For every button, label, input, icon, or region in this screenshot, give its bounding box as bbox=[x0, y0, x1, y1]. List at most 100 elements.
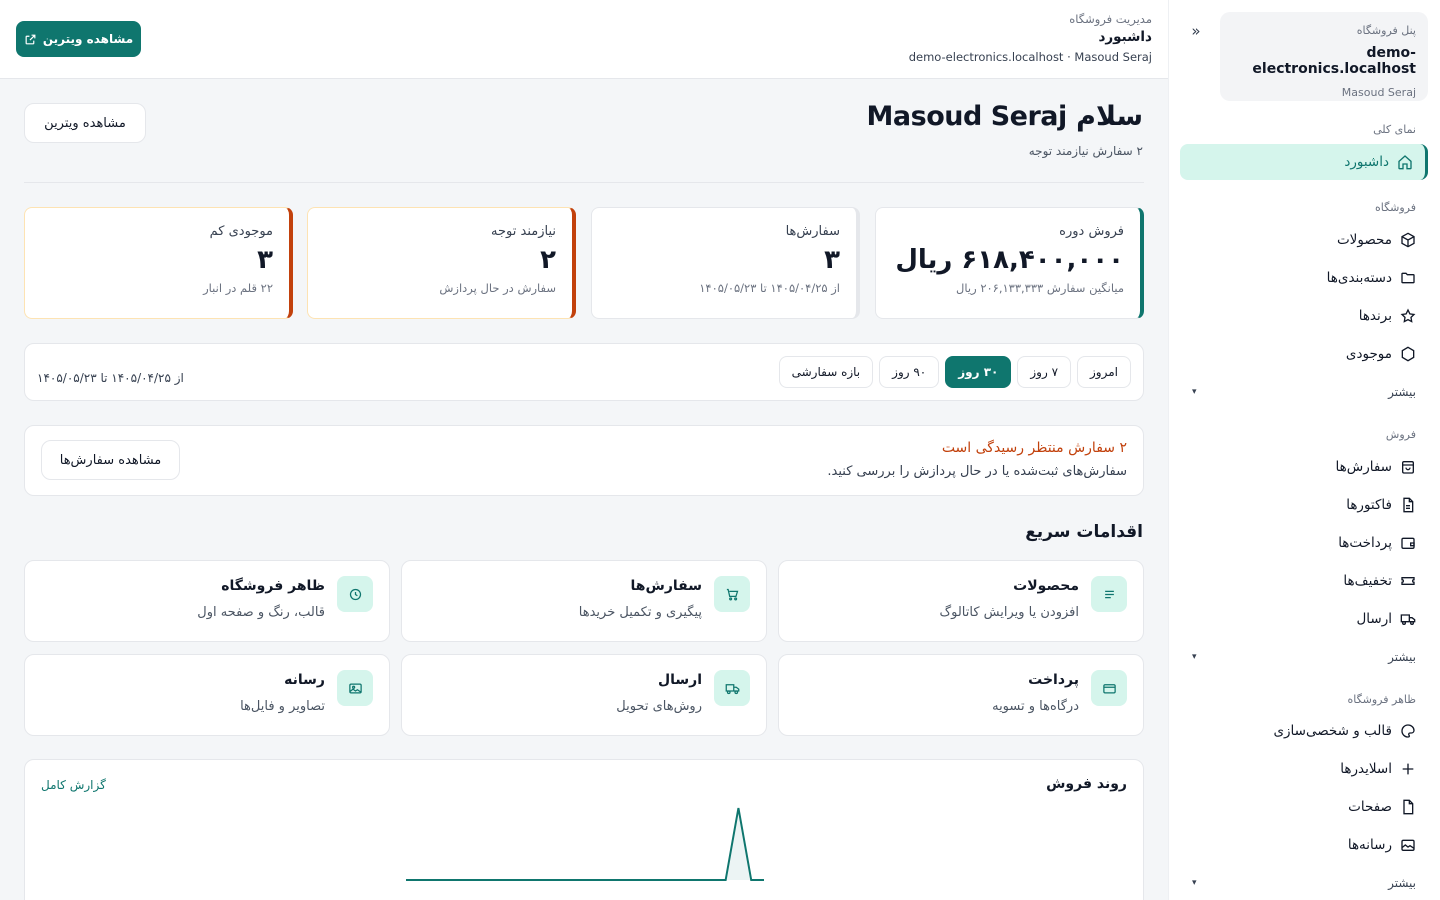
stat-hint: ۲۲ قلم در انبار bbox=[203, 281, 273, 295]
sidebar-item-label: رسانه‌ها bbox=[1347, 837, 1392, 853]
sidebar-item-brands[interactable]: برندها bbox=[1180, 298, 1428, 334]
stat-card-sales: فروش دوره ۶۱۸,۴۰۰,۰۰۰ ریال میانگین سفارش… bbox=[875, 207, 1144, 319]
sidebar-item-products[interactable]: محصولات bbox=[1180, 222, 1428, 258]
nav-section-appearance: ظاهر فروشگاه bbox=[1347, 693, 1416, 706]
stat-card-low-stock: موجودی کم ۳ ۲۲ قلم در انبار bbox=[24, 207, 293, 319]
stat-value: ۳ bbox=[257, 245, 273, 275]
sidebar-item-label: داشبورد bbox=[1344, 154, 1389, 170]
sidebar-item-label: قالب و شخصی‌سازی bbox=[1273, 723, 1392, 739]
breadcrumb: مدیریت فروشگاه bbox=[1069, 12, 1152, 26]
sidebar-item-shipping[interactable]: ارسال bbox=[1180, 601, 1428, 637]
quick-action-title: سفارش‌ها bbox=[630, 578, 702, 594]
quick-action-title: پرداخت bbox=[1028, 672, 1079, 688]
greeting-title: سلام Masoud Seraj bbox=[866, 101, 1144, 132]
alert-title: ۲ سفارش منتظر رسیدگی است bbox=[941, 440, 1127, 456]
quick-action-payment[interactable]: پرداخت درگاه‌ها و تسویه bbox=[778, 654, 1144, 736]
store-domain: demo-electronics.localhost bbox=[1252, 45, 1416, 77]
sales-trend-chart bbox=[406, 807, 764, 881]
sidebar-item-label: سفارش‌ها bbox=[1335, 459, 1393, 475]
sidebar-item-orders[interactable]: سفارش‌ها bbox=[1180, 449, 1428, 485]
more-label: بیشتر bbox=[1388, 385, 1416, 399]
star-icon bbox=[1400, 308, 1416, 323]
period-chip-custom[interactable]: بازه سفارشی bbox=[778, 356, 874, 388]
divider bbox=[24, 182, 1144, 183]
quick-action-title: ظاهر فروشگاه bbox=[221, 578, 325, 594]
hexagon-icon bbox=[1401, 346, 1415, 362]
cart-icon bbox=[714, 576, 750, 612]
header-meta: مدیریت فروشگاه داشبورد demo-electronics.… bbox=[909, 12, 1152, 64]
truck-icon bbox=[1400, 614, 1416, 625]
stat-value: ۲ bbox=[540, 245, 556, 275]
quick-action-appearance[interactable]: ظاهر فروشگاه قالب، رنگ و صفحه اول bbox=[24, 560, 390, 642]
sidebar-item-label: دسته‌بندی‌ها bbox=[1326, 270, 1392, 286]
collapse-sidebar-icon[interactable]: « bbox=[1185, 20, 1207, 42]
header-subtitle: demo-electronics.localhost · Masoud Sera… bbox=[908, 50, 1152, 64]
sidebar-item-discounts[interactable]: تخفیف‌ها bbox=[1180, 563, 1428, 599]
sidebar-item-label: اسلایدرها bbox=[1340, 761, 1392, 777]
sidebar-item-label: پرداخت‌ها bbox=[1338, 535, 1392, 551]
pending-orders-alert: ۲ سفارش منتظر رسیدگی است سفارش‌های ثبت‌ش… bbox=[24, 425, 1144, 496]
plus-icon bbox=[1402, 763, 1414, 775]
sidebar-more-appearance[interactable]: بیشتر ▾ bbox=[1192, 873, 1416, 893]
sidebar-item-invoices[interactable]: فاکتورها bbox=[1180, 487, 1428, 523]
sidebar-item-payments[interactable]: پرداخت‌ها bbox=[1180, 525, 1428, 561]
stat-label: فروش دوره bbox=[1059, 224, 1124, 239]
quick-action-orders[interactable]: سفارش‌ها پیگیری و تکمیل خریدها bbox=[401, 560, 767, 642]
full-report-link[interactable]: گزارش کامل bbox=[41, 778, 106, 792]
period-chip-30-days[interactable]: ۳۰ روز bbox=[945, 356, 1012, 388]
nav-section-sales: فروش bbox=[1385, 428, 1416, 441]
sales-trend-area bbox=[406, 808, 764, 880]
quick-action-title: رسانه bbox=[284, 672, 325, 688]
quick-action-desc: قالب، رنگ و صفحه اول bbox=[197, 605, 325, 620]
sidebar-item-categories[interactable]: دسته‌بندی‌ها bbox=[1180, 260, 1428, 296]
sidebar-item-label: برندها bbox=[1358, 308, 1392, 324]
sidebar-item-media[interactable]: رسانه‌ها bbox=[1180, 827, 1428, 863]
store-switcher[interactable]: پنل فروشگاه demo-electronics.localhost M… bbox=[1220, 12, 1428, 101]
stat-hint: سفارش در حال پردازش bbox=[439, 281, 556, 295]
sidebar-item-pages[interactable]: صفحات bbox=[1180, 789, 1428, 825]
quick-action-title: ارسال bbox=[657, 672, 702, 688]
ticket-icon bbox=[1401, 577, 1415, 585]
sidebar-more-sales[interactable]: بیشتر ▾ bbox=[1192, 647, 1416, 667]
period-chip-7-days[interactable]: ۷ روز bbox=[1017, 356, 1072, 388]
truck-icon bbox=[714, 670, 750, 706]
store-user: Masoud Seraj bbox=[1341, 86, 1416, 99]
quick-actions-title: اقدامات سریع bbox=[1025, 522, 1143, 542]
button-label: مشاهده ویترین bbox=[42, 32, 134, 46]
sidebar-item-dashboard[interactable]: داشبورد bbox=[1180, 144, 1428, 180]
image-folder-icon bbox=[1401, 839, 1415, 851]
alert-description: سفارش‌های ثبت‌شده یا در حال پردازش را بر… bbox=[827, 464, 1127, 479]
greeting-block: سلام Masoud Seraj ۲ سفارش نیازمند توجه bbox=[866, 101, 1144, 158]
quick-action-media[interactable]: رسانه تصاویر و فایل‌ها bbox=[24, 654, 390, 736]
home-icon bbox=[1398, 155, 1412, 170]
main-content: سلام Masoud Seraj ۲ سفارش نیازمند توجه م… bbox=[0, 79, 1168, 900]
view-storefront-button[interactable]: مشاهده ویترین bbox=[16, 21, 141, 57]
sidebar-more-store[interactable]: بیشتر ▾ bbox=[1192, 382, 1416, 402]
sidebar-item-label: محصولات bbox=[1336, 232, 1392, 248]
sidebar-item-theme[interactable]: قالب و شخصی‌سازی bbox=[1180, 713, 1428, 749]
view-orders-button[interactable]: مشاهده سفارش‌ها bbox=[41, 440, 180, 480]
file-icon bbox=[1403, 799, 1414, 815]
sidebar-item-label: صفحات bbox=[1348, 799, 1392, 815]
quick-action-shipping[interactable]: ارسال روش‌های تحویل bbox=[401, 654, 767, 736]
period-chip-90-days[interactable]: ۹۰ روز bbox=[879, 356, 940, 388]
sidebar-item-sliders[interactable]: اسلایدرها bbox=[1180, 751, 1428, 787]
clock-icon bbox=[337, 576, 373, 612]
credit-card-icon bbox=[1091, 670, 1127, 706]
view-storefront-outline-button[interactable]: مشاهده ویترین bbox=[24, 103, 146, 143]
chevron-down-icon: ▾ bbox=[1192, 652, 1197, 662]
quick-action-products[interactable]: محصولات افزودن یا ویرایش کاتالوگ bbox=[778, 560, 1144, 642]
sidebar-item-label: ارسال bbox=[1356, 611, 1392, 627]
quick-action-title: محصولات bbox=[1013, 578, 1079, 594]
period-chips: امروز ۷ روز ۳۰ روز ۹۰ روز بازه سفارشی bbox=[778, 356, 1131, 388]
sidebar-item-inventory[interactable]: موجودی bbox=[1180, 336, 1428, 372]
more-label: بیشتر bbox=[1388, 650, 1416, 664]
file-text-icon bbox=[1403, 497, 1414, 513]
shopping-bag-icon bbox=[1402, 461, 1414, 474]
chevron-down-icon: ▾ bbox=[1192, 878, 1197, 888]
quick-action-desc: افزودن یا ویرایش کاتالوگ bbox=[939, 605, 1079, 620]
stat-label: سفارش‌ها bbox=[785, 224, 840, 239]
folder-icon bbox=[1401, 272, 1415, 284]
date-range-label: از ۱۴۰۵/۰۴/۲۵ تا ۱۴۰۵/۰۵/۲۳ bbox=[37, 371, 184, 385]
period-chip-today[interactable]: امروز bbox=[1077, 356, 1131, 388]
